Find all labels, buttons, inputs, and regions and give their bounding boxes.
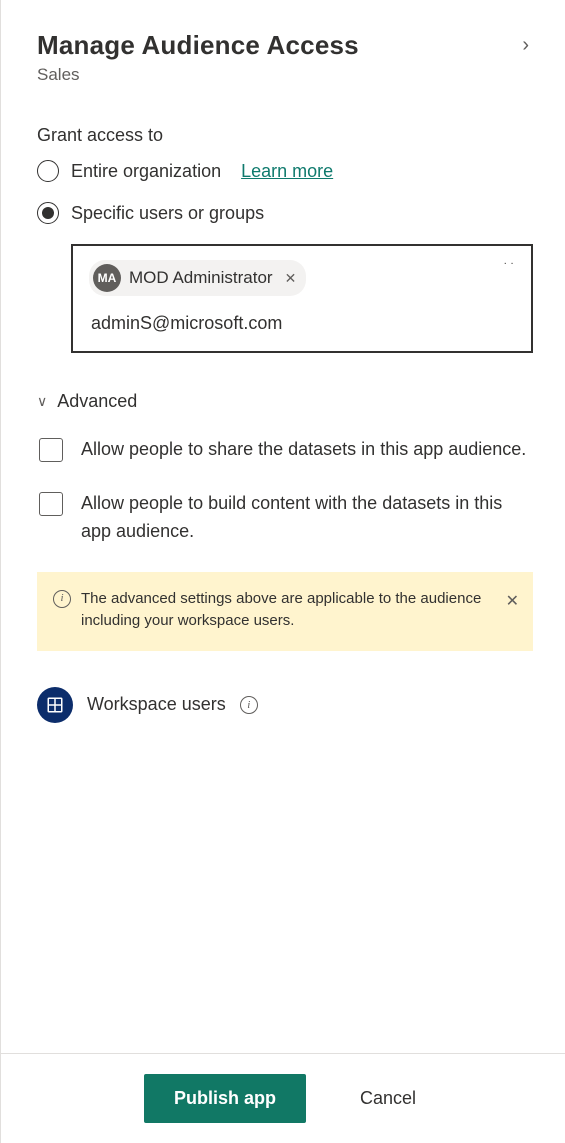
info-banner-text: The advanced settings above are applicab… [81,588,496,633]
advanced-toggle[interactable]: ∨ Advanced [37,391,533,412]
checkbox-allow-share[interactable]: Allow people to share the datasets in th… [37,436,533,464]
panel-footer: Publish app Cancel [1,1053,565,1143]
panel-subtitle: Sales [37,65,533,85]
cancel-button[interactable]: Cancel [354,1087,422,1110]
avatar: MA [93,264,121,292]
people-picker[interactable]: ⁠˙˙ MA MOD Administrator ✕ [71,244,533,353]
radio-specific-users-label: Specific users or groups [71,203,264,224]
radio-selected-dot [42,207,54,219]
radio-specific-users[interactable]: Specific users or groups [37,202,533,224]
advanced-label: Advanced [57,391,137,412]
publish-app-button[interactable]: Publish app [144,1074,306,1123]
chevron-down-icon: ∨ [37,393,47,410]
checkbox-icon[interactable] [39,492,63,516]
workspace-users-row: Workspace users i [37,687,533,723]
info-icon[interactable]: i [240,696,258,714]
panel-title: Manage Audience Access [37,30,359,61]
radio-entire-org-label: Entire organization [71,161,221,182]
workspace-icon [37,687,73,723]
radio-entire-org[interactable]: Entire organization Learn more [37,160,533,182]
people-picker-input[interactable] [89,312,515,335]
panel-header: Manage Audience Access › [37,30,533,61]
collapse-icon[interactable]: › [518,30,533,61]
workspace-users-label: Workspace users [87,694,226,715]
close-banner-icon[interactable]: ✕ [506,590,519,614]
grant-access-label: Grant access to [37,125,533,146]
radio-icon[interactable] [37,202,59,224]
checkbox-allow-share-label: Allow people to share the datasets in th… [81,436,526,464]
audience-access-panel: Manage Audience Access › Sales Grant acc… [0,0,565,1143]
checkbox-allow-build-label: Allow people to build content with the d… [81,490,533,546]
picker-menu-icon[interactable]: ⁠˙˙ [504,260,517,276]
info-banner: i The advanced settings above are applic… [37,572,533,651]
checkbox-allow-build[interactable]: Allow people to build content with the d… [37,490,533,546]
remove-chip-icon[interactable]: ✕ [285,270,297,287]
user-chip-name: MOD Administrator [129,268,273,288]
info-icon: i [53,590,71,608]
learn-more-link[interactable]: Learn more [241,161,333,182]
user-chip[interactable]: MA MOD Administrator ✕ [89,260,306,296]
radio-icon[interactable] [37,160,59,182]
checkbox-icon[interactable] [39,438,63,462]
